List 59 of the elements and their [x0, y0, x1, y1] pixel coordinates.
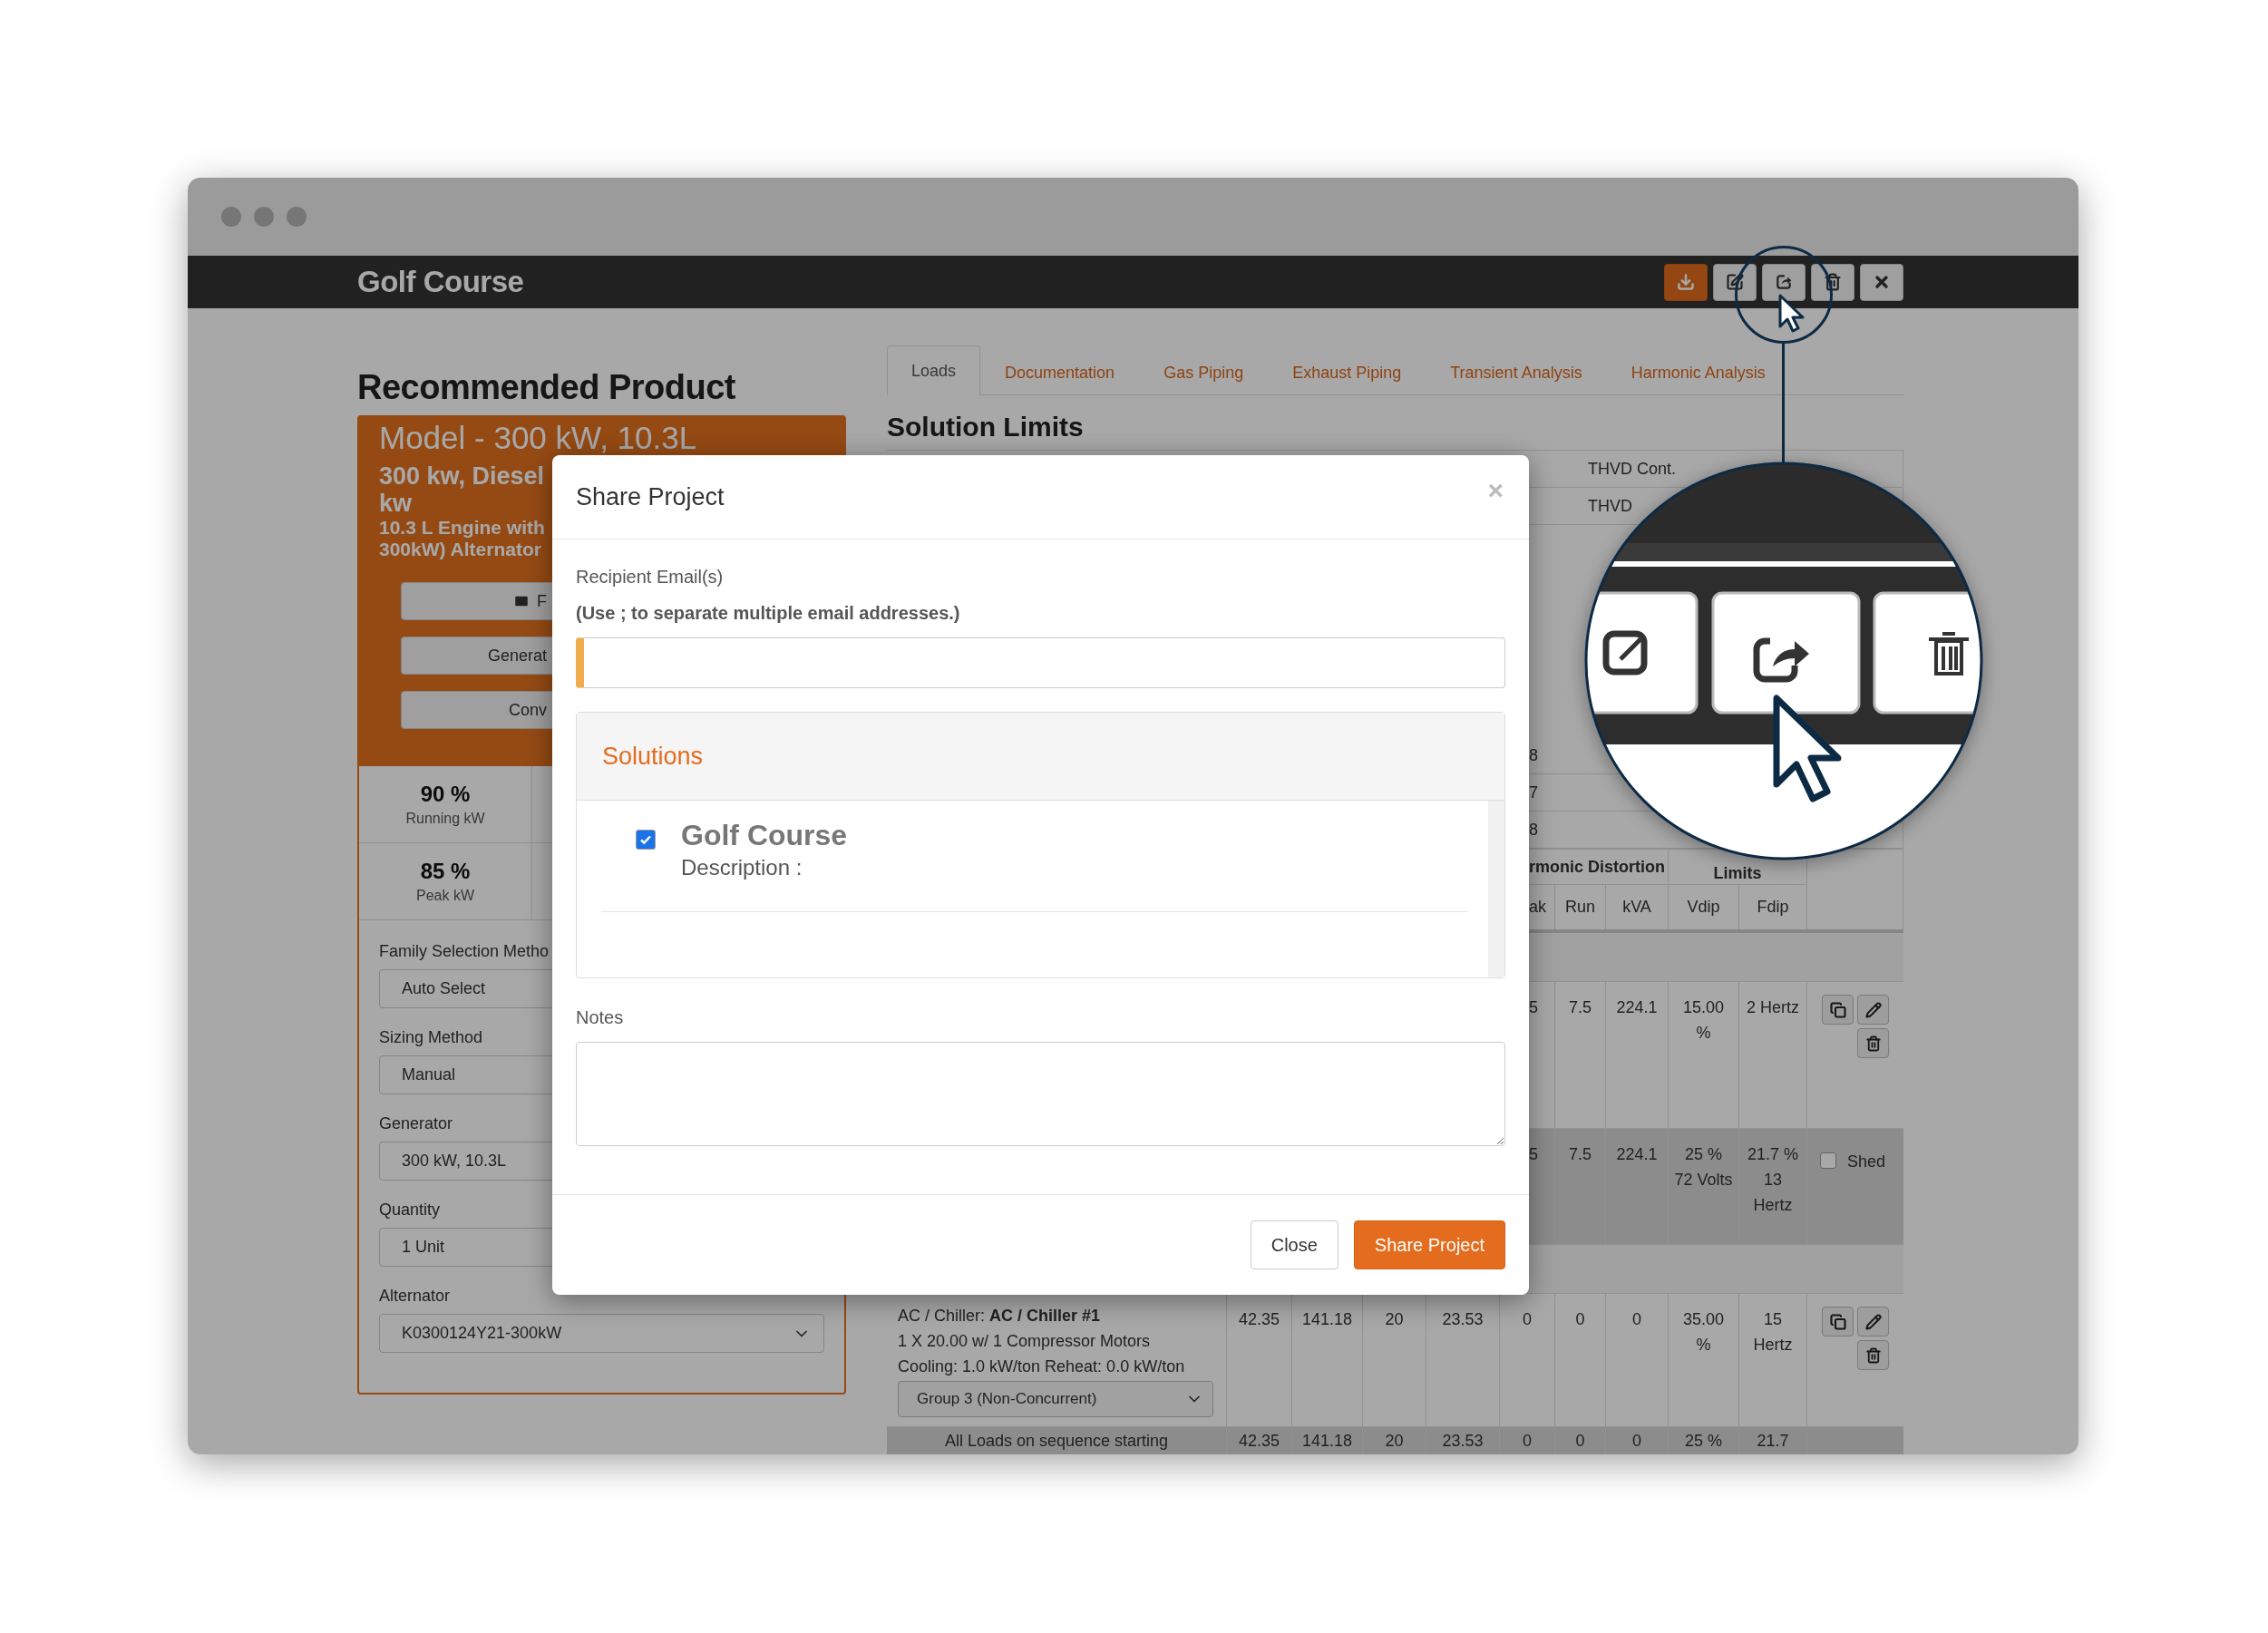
table-cell: 20 — [1363, 1427, 1426, 1454]
field-label: Sizing Method — [379, 1027, 484, 1048]
column-header: Fdip — [1739, 885, 1807, 929]
shed-label: Shed — [1847, 1152, 1886, 1171]
table-cell: 7.5 — [1555, 1129, 1606, 1244]
section-heading: Recommended Product — [357, 367, 737, 408]
field-label: Family Selection Metho — [379, 941, 550, 962]
section-title: Solution Limits — [887, 412, 1085, 442]
table-cell: 21.7 — [1739, 1427, 1807, 1454]
solution-name: Golf Course — [681, 818, 848, 853]
table-cell: 42.35 — [1227, 1427, 1292, 1454]
field-label: Generator — [379, 1113, 454, 1134]
table-cell: 0 — [1606, 1294, 1669, 1426]
table-cell: 21.7 % 13 Hertz — [1739, 1129, 1807, 1244]
engine-text: 10.3 L Engine with — [379, 517, 545, 539]
column-header: kVA — [1606, 885, 1669, 929]
table-cell: 0 — [1555, 1427, 1606, 1454]
table-cell: 35.00 % — [1669, 1294, 1739, 1426]
solution-description: Description : — [681, 854, 803, 881]
field-label: Notes — [576, 1006, 625, 1029]
table-cell: 23.53 — [1426, 1427, 1500, 1454]
load-title: AC / Chiller: AC / Chiller #1 — [898, 1306, 1101, 1327]
load-detail: 1 X 20.00 w/ 1 Compressor Motors — [898, 1331, 1151, 1352]
column-header: Run — [1555, 885, 1606, 929]
stat-value: 90 % — [420, 782, 471, 807]
table-cell: 2 Hertz — [1739, 982, 1807, 1128]
table-cell: 7.5 — [1555, 982, 1606, 1128]
table-cell: 0 — [1555, 1294, 1606, 1426]
panel-heading: Solutions — [602, 742, 704, 771]
dialog-title: Share Project — [576, 482, 725, 511]
product-subtitle: 300 kw, Diesel — [379, 462, 545, 490]
table-cell: 0 — [1606, 1427, 1669, 1454]
table-cell: 15.00 % — [1669, 982, 1739, 1128]
table-cell-text: 8 — [1529, 745, 1539, 765]
product-subtitle: kw — [379, 490, 413, 517]
engine-text: 300kW) Alternator — [379, 539, 541, 560]
load-detail: Cooling: 1.0 kW/ton Reheat: 0.0 kW/ton — [898, 1356, 1185, 1377]
model-title: Model - 300 kW, 10.3L — [379, 421, 697, 455]
table-cell: 224.1 — [1606, 982, 1669, 1128]
table-cell-text: 7 — [1529, 782, 1539, 802]
column-header: Vdip — [1669, 885, 1739, 929]
limit-label: THVD Cont. — [1587, 459, 1678, 479]
table-cell: 25 % 72 Volts — [1669, 1129, 1739, 1244]
table-cell: 15 Hertz — [1739, 1294, 1807, 1426]
project-title: Golf Course — [357, 265, 524, 299]
field-label: Recipient Email(s) — [576, 566, 725, 588]
table-cell: 0 — [1500, 1427, 1555, 1454]
limit-label: THVD — [1587, 496, 1633, 516]
load-title: All Loads on sequence starting — [944, 1431, 1169, 1452]
stat-label: Running kW — [405, 811, 485, 827]
stat-label: Peak kW — [416, 888, 474, 904]
field-label: Alternator — [379, 1286, 452, 1307]
table-cell: 224.1 — [1606, 1129, 1669, 1244]
table-cell: 141.18 — [1292, 1427, 1363, 1454]
stat-value: 85 % — [420, 859, 471, 884]
table-cell: 25 % — [1669, 1427, 1739, 1454]
table-cell-text: 8 — [1529, 820, 1539, 840]
field-hint: (Use ; to separate multiple email addresses.) — [576, 602, 961, 625]
field-label: Quantity — [379, 1200, 442, 1220]
